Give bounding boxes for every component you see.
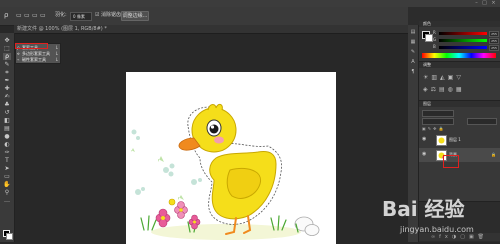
color-panel-header: 颜色 [419, 21, 500, 27]
document-tab-title: 新建文件 @ 100% (图层 1, RGB/8#) * [17, 26, 107, 32]
add-selection-icon[interactable]: ▭ [24, 11, 30, 20]
hand-tool-icon[interactable]: ✋ [3, 181, 11, 188]
clone-stamp-tool-icon[interactable]: ♣ [3, 101, 11, 108]
type-tool-icon[interactable]: T [3, 157, 11, 164]
green-value[interactable]: 255 [489, 38, 499, 44]
blue-value[interactable]: 255 [489, 45, 499, 51]
lasso-tool-icon[interactable]: ρ [3, 53, 11, 60]
color-panel: 颜色 R 255 G 255 B 255 [419, 21, 500, 62]
blue-slider[interactable] [439, 46, 487, 49]
feather-label: 羽化: [55, 12, 67, 18]
color-spectrum-bar[interactable] [422, 53, 496, 58]
properties-panel-icon[interactable]: ▦ [410, 39, 416, 45]
adjustments-panel: 调整 ☀▥◭▣▽ ◈⚖▤◍▦ [419, 62, 500, 101]
photoshop-window: – □ × ρ ▭ ▭ ▭ ▭ 羽化: 0 像素 ☑ 消除锯齿 调整边缘... … [0, 0, 500, 244]
gradient-tool-icon[interactable]: ▤ [3, 125, 11, 132]
eyedropper-tool-icon[interactable]: ✒ [3, 77, 11, 84]
watermark-url: jingyan.baidu.com [400, 225, 474, 234]
zoom-tool-icon[interactable]: ⚲ [3, 189, 11, 196]
history-panel-icon[interactable]: ▤ [410, 29, 416, 35]
paragraph-panel-icon[interactable]: ¶ [410, 69, 416, 75]
flyout-item-label: 多边形套索工具 [22, 51, 50, 56]
flyout-selection-highlight [15, 43, 48, 49]
move-tool-icon[interactable]: ✥ [3, 37, 11, 44]
layer-row-layer1[interactable]: ◉ 图层 1 [419, 133, 500, 147]
crop-tool-icon[interactable]: ⌗ [3, 69, 11, 76]
flyout-item-shortcut: L [55, 57, 58, 62]
history-brush-tool-icon[interactable]: ↺ [3, 109, 11, 116]
antialias-checkbox[interactable]: ☑ [95, 11, 99, 20]
adjustment-icons-row-1[interactable]: ☀▥◭▣▽ [423, 74, 464, 81]
adjustment-icons-row-2[interactable]: ◈⚖▤◍▦ [423, 86, 465, 93]
blur-tool-icon[interactable]: ● [3, 133, 11, 140]
eraser-tool-icon[interactable]: ◧ [3, 117, 11, 124]
menu-bar: – □ × [0, 0, 500, 7]
green-slider-label: G [433, 37, 437, 42]
antialias-label: 消除锯齿 [101, 12, 122, 18]
duck-tuft [207, 103, 223, 111]
refine-edge-button[interactable]: 调整边缘... [121, 11, 149, 21]
layer-filter-select[interactable] [422, 110, 454, 117]
healing-brush-tool-icon[interactable]: ✚ [3, 85, 11, 92]
close-button[interactable]: × [491, 1, 496, 6]
tools-panel: ✥ ⬚ ρ ✎ ⌗ ✒ ✚ ✍ ♣ ↺ ◧ ▤ ● ◐ ✑ T ➤ ▭ ✋ ⚲ … [0, 33, 15, 242]
opacity-input[interactable] [467, 118, 497, 125]
maximize-button[interactable]: □ [482, 1, 487, 6]
marquee-tool-icon[interactable]: ⬚ [3, 45, 11, 52]
color-panel-background[interactable] [425, 34, 433, 42]
flyout-item-shortcut: L [55, 45, 58, 50]
layers-panel-title: 图层 [423, 101, 431, 106]
lock-icon: 🔒 [491, 152, 496, 157]
shape-tool-icon[interactable]: ▭ [3, 173, 11, 180]
duck-cheek [214, 136, 224, 144]
dodge-tool-icon[interactable]: ◐ [3, 141, 11, 148]
red-slider-label: R [433, 30, 436, 35]
canvas-area[interactable] [15, 34, 408, 244]
character-panel-icon[interactable]: A [410, 59, 416, 65]
layer-name[interactable]: 图层 1 [449, 137, 461, 142]
blue-slider-label: B [433, 44, 436, 49]
visibility-eye-icon[interactable]: ◉ [422, 137, 428, 142]
flyout-item-magnetic-lasso[interactable]: ⌁ 磁性套索工具 L [17, 57, 59, 62]
layers-panel-header: 图层 [419, 101, 500, 107]
brush-panel-icon[interactable]: ✎ [410, 49, 416, 55]
flyout-item-label: 磁性套索工具 [22, 57, 46, 62]
more-tools-icon[interactable]: … [3, 197, 11, 204]
green-slider[interactable] [439, 39, 487, 42]
pink-flowers [155, 198, 201, 230]
feather-value: 0 像素 [73, 14, 85, 19]
visibility-eye-icon[interactable]: ◉ [422, 152, 428, 157]
adjustments-panel-title: 调整 [423, 62, 431, 67]
flyout-item-polygonal-lasso[interactable]: ⟡ 多边形套索工具 L [17, 51, 59, 56]
lock-icons[interactable]: ▣✎✥🔒 [422, 126, 445, 131]
layer-thumbnail [436, 135, 447, 146]
brush-tool-icon[interactable]: ✍ [3, 93, 11, 100]
watermark-brand: Bai 经验 [382, 197, 465, 221]
minimize-button[interactable]: – [474, 1, 479, 6]
subtract-selection-icon[interactable]: ▭ [32, 11, 38, 20]
new-selection-icon[interactable]: ▭ [16, 11, 22, 20]
red-slider[interactable] [439, 32, 487, 35]
duck-illustration [131, 103, 320, 240]
adjustments-panel-header: 调整 [419, 62, 500, 68]
baidu-jingyan-watermark: Bai 经验 jingyan.baidu.com [382, 198, 500, 242]
lasso-tool-preset-icon[interactable]: ρ [4, 11, 8, 20]
layer-row-background[interactable]: ◉ 背景 🔒 [419, 148, 500, 162]
intersect-selection-icon[interactable]: ▭ [40, 11, 46, 20]
background-color-swatch[interactable] [6, 233, 13, 240]
document-tab[interactable]: 新建文件 @ 100% (图层 1, RGB/8#) * [14, 25, 414, 34]
flyout-item-shortcut: L [55, 51, 58, 56]
layer-selection-highlight [443, 155, 459, 168]
color-panel-title: 颜色 [423, 21, 431, 26]
pen-tool-icon[interactable]: ✑ [3, 149, 11, 156]
path-select-tool-icon[interactable]: ➤ [3, 165, 11, 172]
blend-mode-select[interactable] [422, 118, 454, 125]
document-canvas[interactable] [126, 72, 336, 244]
quick-select-tool-icon[interactable]: ✎ [3, 61, 11, 68]
red-value[interactable]: 255 [489, 31, 499, 37]
feather-input[interactable]: 0 像素 [70, 12, 92, 21]
